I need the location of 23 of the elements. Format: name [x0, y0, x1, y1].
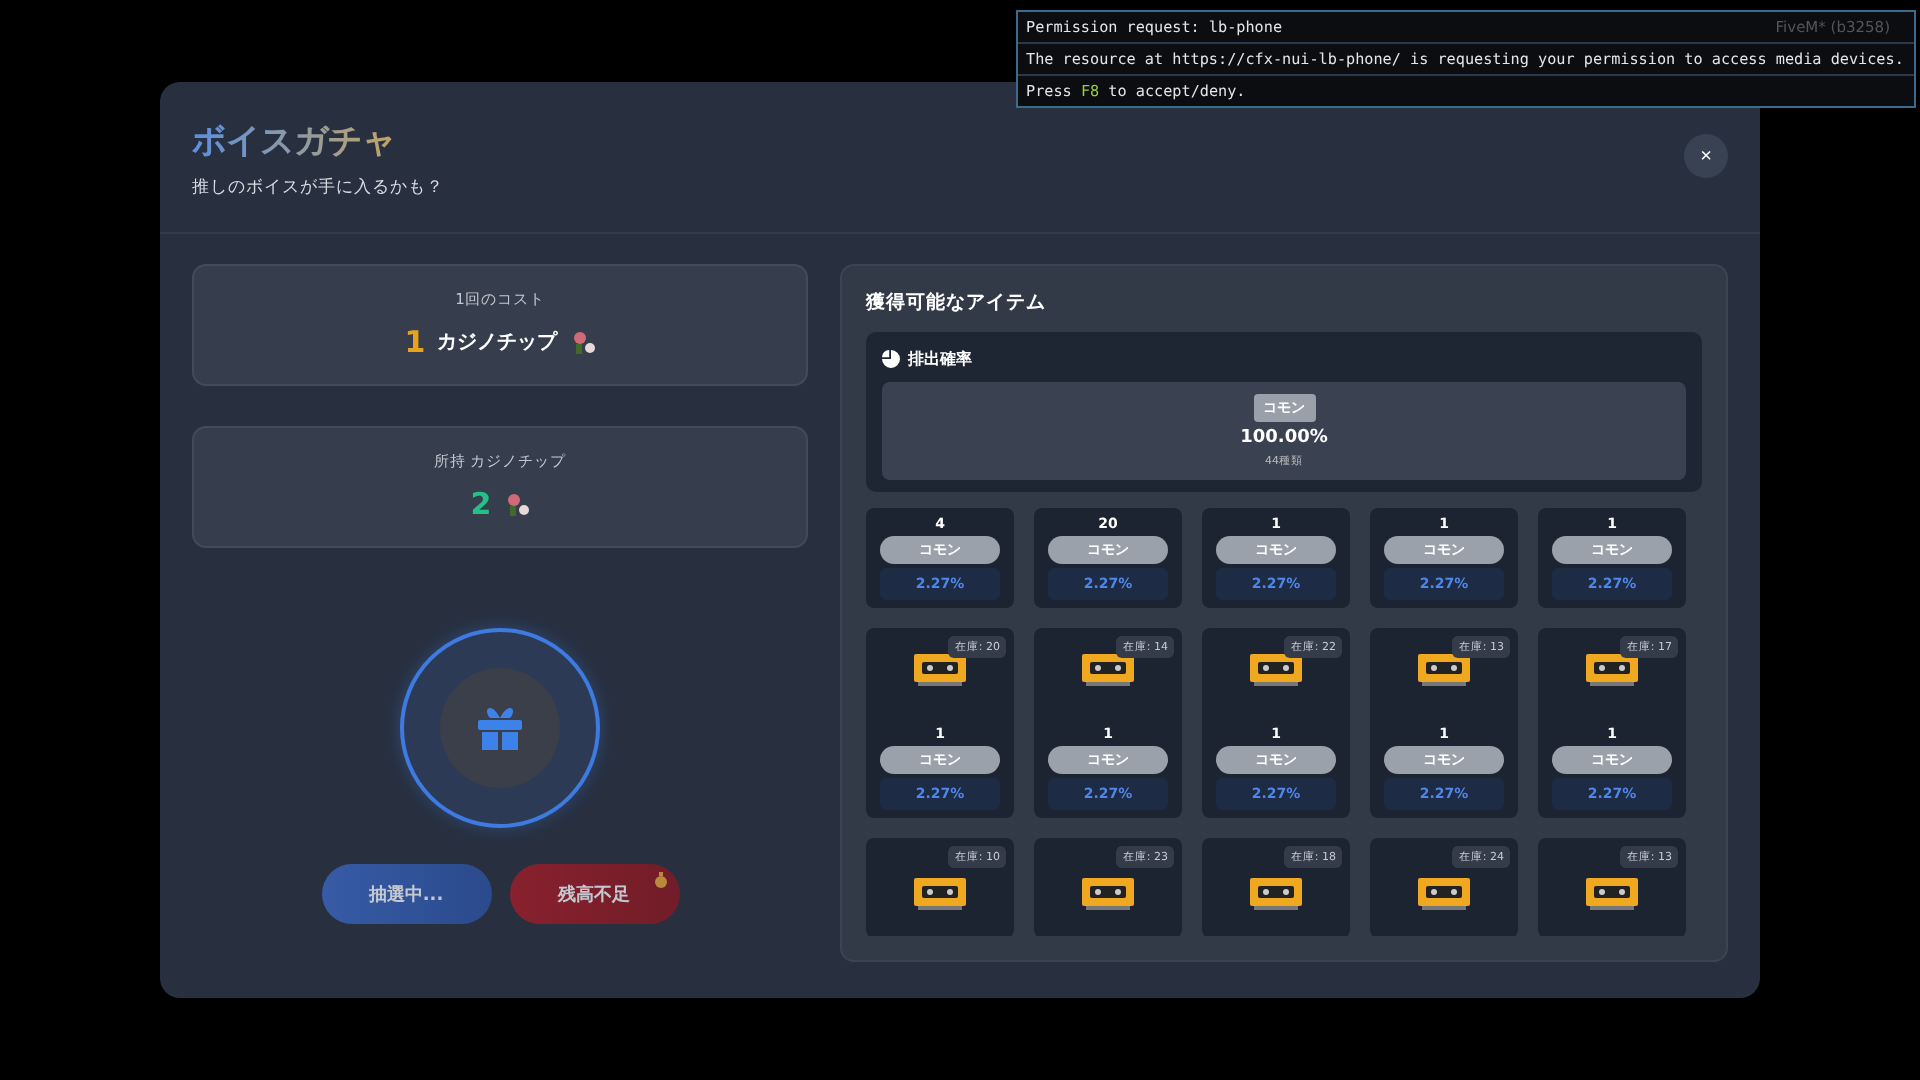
cost-amount: 1: [404, 324, 426, 360]
cassette-icon: [1418, 878, 1470, 910]
modal-subtitle: 推しのボイスが手に入るかも？: [192, 176, 444, 200]
cassette-icon: [1250, 654, 1302, 686]
flower-icon: [503, 491, 530, 517]
cassette-icon: [1250, 878, 1302, 910]
cassette-icon: [1586, 654, 1638, 686]
cassette-icon: [1082, 654, 1134, 686]
cassette-icon: [1418, 654, 1470, 686]
money-bag-icon: [653, 872, 667, 888]
flower-icon: [569, 329, 596, 355]
gift-icon: [474, 702, 526, 754]
cassette-icon: [914, 878, 966, 910]
close-button[interactable]: ×: [1684, 134, 1728, 178]
currency-name: カジノチップ: [437, 328, 558, 356]
odds-title: 排出確率: [908, 348, 972, 370]
panel-title: 獲得可能なアイテム: [866, 290, 1048, 316]
pie-chart-icon: [882, 350, 900, 368]
cassette-icon: [1082, 878, 1134, 910]
odds-percent: 100.00%: [1240, 428, 1328, 448]
balance-amount: 2: [470, 486, 492, 522]
cassette-icon: [1586, 878, 1638, 910]
cassette-icon: [914, 654, 966, 686]
